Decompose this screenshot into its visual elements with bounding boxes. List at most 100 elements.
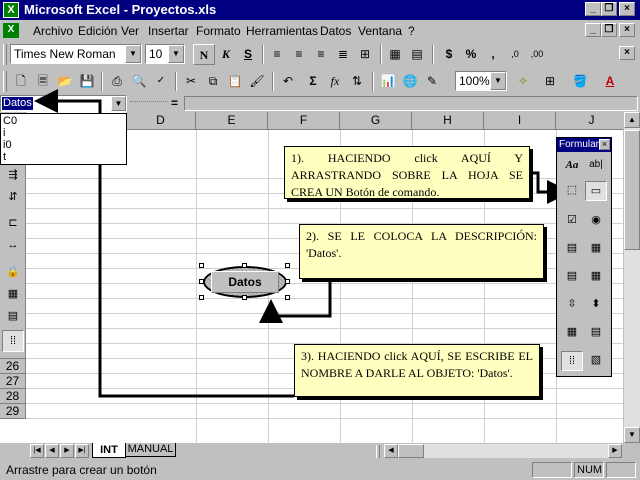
bracket-icon[interactable]: ⊏: [2, 213, 24, 235]
italic-button[interactable]: K: [215, 44, 237, 65]
menu-datos[interactable]: Datos: [320, 23, 351, 39]
menu-archivo[interactable]: Archivo: [33, 23, 73, 39]
borders-icon[interactable]: ⊞: [539, 71, 561, 92]
list-box-icon[interactable]: ▤: [561, 239, 583, 259]
justify-icon[interactable]: ≣: [332, 44, 354, 65]
underline-button[interactable]: S: [237, 44, 259, 65]
resize-handle[interactable]: [285, 279, 290, 284]
thousands-button[interactable]: ,: [482, 44, 504, 65]
column-header[interactable]: D: [126, 112, 196, 130]
h-scroll-thumb[interactable]: [398, 444, 424, 458]
cut-icon[interactable]: ✂: [180, 71, 202, 92]
font-color-icon[interactable]: A: [599, 71, 621, 92]
row-header[interactable]: 26: [0, 359, 26, 374]
table-icon[interactable]: ▤: [406, 44, 428, 65]
format-painter-icon[interactable]: 🖌: [246, 71, 268, 92]
column-header[interactable]: F: [268, 112, 340, 130]
dropdown-item[interactable]: i: [3, 127, 124, 139]
toolbar-close-button[interactable]: ×: [619, 46, 635, 60]
menu-ver[interactable]: Ver: [121, 23, 139, 39]
menu-insertar[interactable]: Insertar: [148, 23, 189, 39]
edit-code-icon[interactable]: ▤: [585, 323, 607, 343]
formula-input[interactable]: [184, 96, 638, 111]
last-sheet-icon[interactable]: ▶|: [75, 444, 89, 458]
new-sheet-icon[interactable]: 🗏: [32, 71, 54, 92]
run-dialog-icon[interactable]: ▧: [585, 351, 607, 371]
column-header[interactable]: J: [556, 112, 624, 130]
spacing-icon[interactable]: ↔: [2, 235, 24, 257]
menu-ventana[interactable]: Ventana: [358, 23, 402, 39]
open-folder-icon[interactable]: 📂: [54, 71, 76, 92]
first-sheet-icon[interactable]: |◀: [30, 444, 44, 458]
menu-edicion[interactable]: Edición: [78, 23, 117, 39]
checkbox-icon[interactable]: ☑: [561, 211, 583, 231]
group-box-tool[interactable]: ⬚: [561, 181, 583, 201]
resize-handle[interactable]: [199, 295, 204, 300]
undo-icon[interactable]: ↶: [277, 71, 299, 92]
control-properties-icon[interactable]: ▦: [2, 284, 24, 306]
minimize-button[interactable]: _: [585, 2, 601, 16]
dropdown-item[interactable]: C0: [3, 115, 124, 127]
scroll-left-icon[interactable]: ◀: [384, 444, 398, 458]
menu-herramientas[interactable]: Herramientas: [246, 23, 318, 39]
row-header[interactable]: 29: [0, 404, 26, 419]
doc-restore-button[interactable]: ❐: [601, 23, 617, 37]
tab-manual[interactable]: MANUAL: [126, 443, 176, 457]
restore-button[interactable]: ❐: [601, 2, 617, 16]
fill-color-icon[interactable]: 🪣: [569, 71, 591, 92]
equals-icon[interactable]: =: [171, 96, 178, 110]
menu-help[interactable]: ?: [408, 23, 415, 39]
chevron-down-icon[interactable]: ▼: [168, 45, 184, 63]
dropdown-item[interactable]: i0: [3, 139, 124, 151]
menu-formato[interactable]: Formato: [196, 23, 241, 39]
resize-handle[interactable]: [199, 279, 204, 284]
tab-split-handle[interactable]: [376, 445, 380, 458]
dropdown-item[interactable]: t: [3, 151, 124, 163]
distribute-icon[interactable]: ⇵: [2, 187, 24, 209]
scroll-down-icon[interactable]: ▼: [624, 427, 640, 443]
command-button-tool[interactable]: ▭: [585, 181, 607, 201]
spinner-icon[interactable]: ⬍: [585, 295, 607, 315]
align-icon[interactable]: ⇶: [2, 165, 24, 187]
percent-button[interactable]: %: [460, 44, 482, 65]
map-icon[interactable]: 🌐: [399, 71, 421, 92]
resize-handle[interactable]: [285, 295, 290, 300]
zoom-combo[interactable]: 100% ▼: [455, 71, 507, 91]
office-assistant-icon[interactable]: ✧: [512, 71, 534, 92]
next-sheet-icon[interactable]: ▶: [60, 444, 74, 458]
align-right-icon[interactable]: ≡: [310, 44, 332, 65]
currency-button[interactable]: $: [438, 44, 460, 65]
dotted-grid-icon[interactable]: ⁞⁞: [2, 330, 24, 352]
scroll-right-icon[interactable]: ▶: [608, 444, 622, 458]
edit-box-tool[interactable]: ab|: [585, 156, 607, 176]
copy-icon[interactable]: ⧉: [202, 71, 224, 92]
print-icon[interactable]: ⎙: [106, 71, 128, 92]
column-header[interactable]: G: [340, 112, 412, 130]
datos-button-label[interactable]: Datos: [211, 271, 279, 293]
paste-icon[interactable]: 📋: [224, 71, 246, 92]
grid-icon[interactable]: ▦: [384, 44, 406, 65]
option-button-icon[interactable]: ◉: [585, 211, 607, 231]
excel-icon[interactable]: X: [3, 2, 19, 18]
function-button[interactable]: fx: [324, 71, 346, 92]
spelling-icon[interactable]: ✓: [150, 71, 172, 92]
toggle-grid-icon[interactable]: ⁞⁞: [561, 351, 583, 371]
column-header[interactable]: H: [412, 112, 484, 130]
toolbar-grip[interactable]: [3, 44, 7, 65]
row-header[interactable]: 27: [0, 374, 26, 389]
horizontal-scrollbar[interactable]: [398, 444, 608, 458]
save-icon[interactable]: 💾: [76, 71, 98, 92]
align-center-icon[interactable]: ≡: [288, 44, 310, 65]
scroll-up-icon[interactable]: ▲: [624, 112, 640, 128]
combo-dropdown-edit-icon[interactable]: ▦: [585, 267, 607, 287]
resize-handle[interactable]: [285, 263, 290, 268]
size-combo[interactable]: 10 ▼: [145, 44, 185, 64]
column-header[interactable]: I: [484, 112, 556, 130]
decrease-decimal-icon[interactable]: ,00: [526, 44, 548, 65]
prev-sheet-icon[interactable]: ◀: [45, 444, 59, 458]
close-button[interactable]: ×: [619, 2, 635, 16]
forms-close-button[interactable]: ×: [599, 139, 610, 150]
column-header[interactable]: E: [196, 112, 268, 130]
toolbar-grip[interactable]: [3, 71, 7, 92]
chevron-down-icon[interactable]: ▼: [490, 72, 506, 90]
